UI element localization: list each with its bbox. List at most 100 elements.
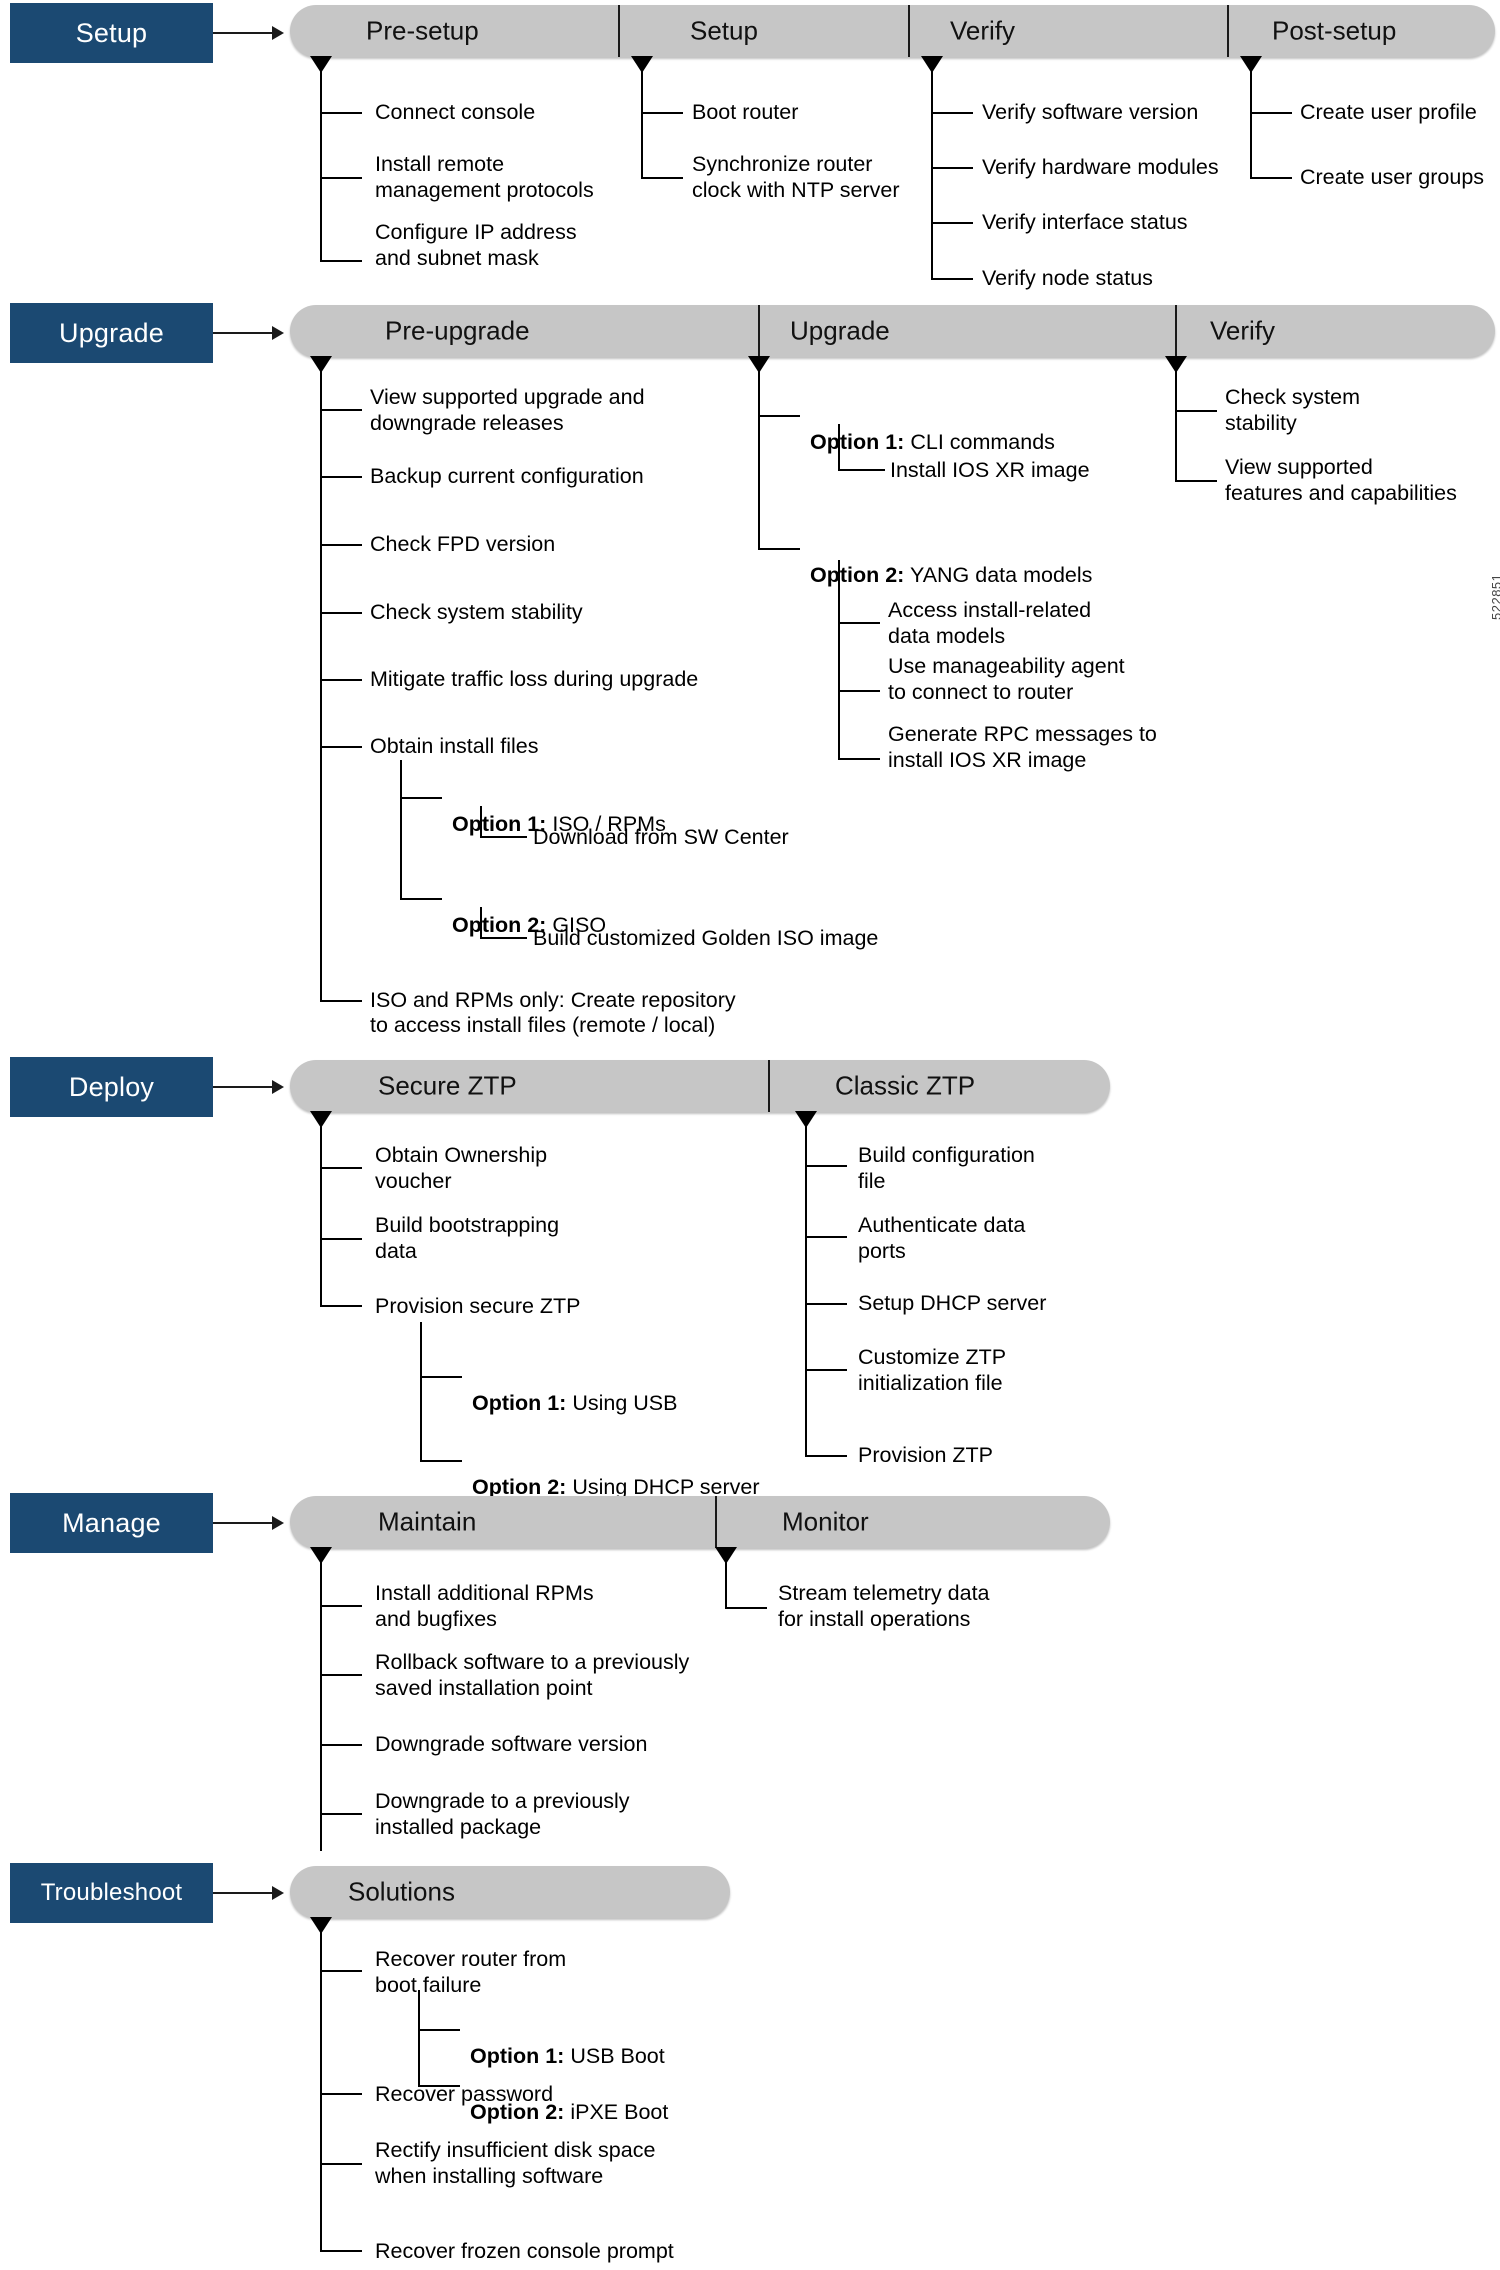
branch-spine <box>320 1125 322 1305</box>
leaf-item: Download from SW Center <box>533 825 789 849</box>
phase-box-upgrade[interactable]: Upgrade <box>10 303 213 363</box>
phase-box-setup[interactable]: Setup <box>10 3 213 63</box>
subbranch-tick <box>400 898 442 900</box>
arrow-head-upgrade <box>272 326 284 340</box>
option-text: CLI commands <box>904 429 1055 454</box>
stage-divider <box>618 5 620 57</box>
stage-label-solutions: Solutions <box>348 1876 455 1907</box>
arrow-line-manage <box>213 1522 275 1524</box>
option-prefix: Option 2: <box>472 1474 567 1499</box>
option-prefix: Option 2: <box>470 2099 565 2124</box>
subbranch-spine <box>400 760 402 900</box>
branch-tick <box>805 1369 847 1371</box>
subbranch-tick <box>418 2085 460 2087</box>
leaf-item: Obtain install files <box>370 734 539 758</box>
stage-label-secure-ztp: Secure ZTP <box>378 1070 517 1101</box>
leaf-item-option: Option 1: Using USB <box>472 1365 677 1416</box>
arrow-head-manage <box>272 1516 284 1530</box>
leaf-item: Rollback software to a previously saved … <box>375 1650 690 1700</box>
stage-label-pre-upgrade: Pre-upgrade <box>385 315 530 346</box>
phase-box-troubleshoot[interactable]: Troubleshoot <box>10 1863 213 1923</box>
leaf-item: View supported features and capabilities <box>1225 455 1457 505</box>
subbranch-tick <box>400 797 442 799</box>
leaf-item: ISO and RPMs only: Create repository to … <box>370 962 736 1039</box>
option-text: Using DHCP server <box>566 1474 760 1499</box>
stage-divider <box>768 1060 770 1112</box>
subbranch-tick <box>838 690 880 692</box>
leaf-item: View supported upgrade and downgrade rel… <box>370 385 645 435</box>
stage-divider <box>758 305 760 357</box>
subbranch-tick <box>418 2029 460 2031</box>
branch-tick <box>931 278 973 280</box>
branch-spine <box>725 1561 727 1609</box>
branch-tick <box>931 167 973 169</box>
arrow-line-setup <box>213 32 275 34</box>
branch-tick <box>320 476 362 478</box>
leaf-text: ISO and RPMs only: Create repository to … <box>370 987 736 1038</box>
leaf-item: Boot router <box>692 100 799 124</box>
leaf-item: Access install-related data models <box>888 598 1092 648</box>
branch-tick <box>320 2250 362 2252</box>
arrow-line-deploy <box>213 1086 275 1088</box>
stage-label-pre-setup: Pre-setup <box>366 15 479 46</box>
branch-tick <box>320 1744 362 1746</box>
branch-tick <box>320 1305 362 1307</box>
subbranch-elbow <box>838 424 885 471</box>
leaf-item: Verify node status <box>982 266 1153 290</box>
leaf-item: Backup current configuration <box>370 464 644 488</box>
phase-box-manage[interactable]: Manage <box>10 1493 213 1553</box>
phase-label: Manage <box>62 1507 161 1538</box>
branch-spine <box>320 370 322 1000</box>
branch-tick <box>758 548 800 550</box>
leaf-item: Verify interface status <box>982 210 1188 234</box>
stage-label-classic-ztp: Classic ZTP <box>835 1070 976 1101</box>
option-text: iPXE Boot <box>564 2099 669 2124</box>
branch-tick <box>931 112 973 114</box>
leaf-item: Verify software version <box>982 100 1199 124</box>
leaf-item: Downgrade to a previously installed pack… <box>375 1789 630 1839</box>
stage-divider <box>1227 5 1229 57</box>
workflow-diagram: Setup Pre-setup Setup Verify Post-setup … <box>0 0 1500 2270</box>
leaf-item: Check system stability <box>370 600 583 624</box>
option-prefix: Option 2: <box>810 562 905 587</box>
leaf-item: Stream telemetry data for install operat… <box>778 1581 990 1631</box>
stage-label-post-setup: Post-setup <box>1272 15 1397 46</box>
leaf-item: Build configuration file <box>858 1143 1035 1193</box>
branch-spine <box>931 70 933 278</box>
phase-box-deploy[interactable]: Deploy <box>10 1057 213 1117</box>
branch-tick <box>320 112 362 114</box>
subbranch-spine <box>418 1990 420 2086</box>
branch-tick <box>641 112 683 114</box>
leaf-item: Create user groups <box>1300 165 1485 189</box>
branch-tick <box>320 409 362 411</box>
stage-bar-setup: Pre-setup Setup Verify Post-setup <box>290 5 1495 57</box>
leaf-item: Recover router from boot failure <box>375 1947 567 1997</box>
branch-tick <box>320 1605 362 1607</box>
leaf-item: Build bootstrapping data <box>375 1213 560 1263</box>
branch-spine <box>805 1125 807 1455</box>
stage-divider <box>715 1496 717 1548</box>
branch-tick <box>1250 112 1292 114</box>
arrow-head-deploy <box>272 1080 284 1094</box>
subbranch-spine <box>838 560 840 760</box>
branch-tick <box>805 1455 847 1457</box>
branch-tick <box>931 222 973 224</box>
branch-tick <box>320 1167 362 1169</box>
branch-tick <box>1175 480 1217 482</box>
subbranch-tick <box>420 1460 462 1462</box>
leaf-item: Provision ZTP <box>858 1443 994 1467</box>
option-text: Using USB <box>566 1390 678 1415</box>
branch-tick <box>320 2093 362 2095</box>
leaf-item: Install additional RPMs and bugfixes <box>375 1581 594 1631</box>
branch-tick <box>320 1674 362 1676</box>
branch-tick <box>320 2163 362 2165</box>
leaf-item: Check FPD version <box>370 532 556 556</box>
option-text: YANG data models <box>904 562 1093 587</box>
phase-label: Troubleshoot <box>40 1879 183 1906</box>
leaf-item: Setup DHCP server <box>858 1291 1047 1315</box>
stage-label-upgrade: Upgrade <box>790 315 890 346</box>
phase-label: Setup <box>75 17 148 48</box>
leaf-item-option: Option 2: YANG data models <box>810 537 1092 588</box>
stage-label-verify: Verify <box>950 15 1016 46</box>
option-text: USB Boot <box>564 2043 665 2068</box>
